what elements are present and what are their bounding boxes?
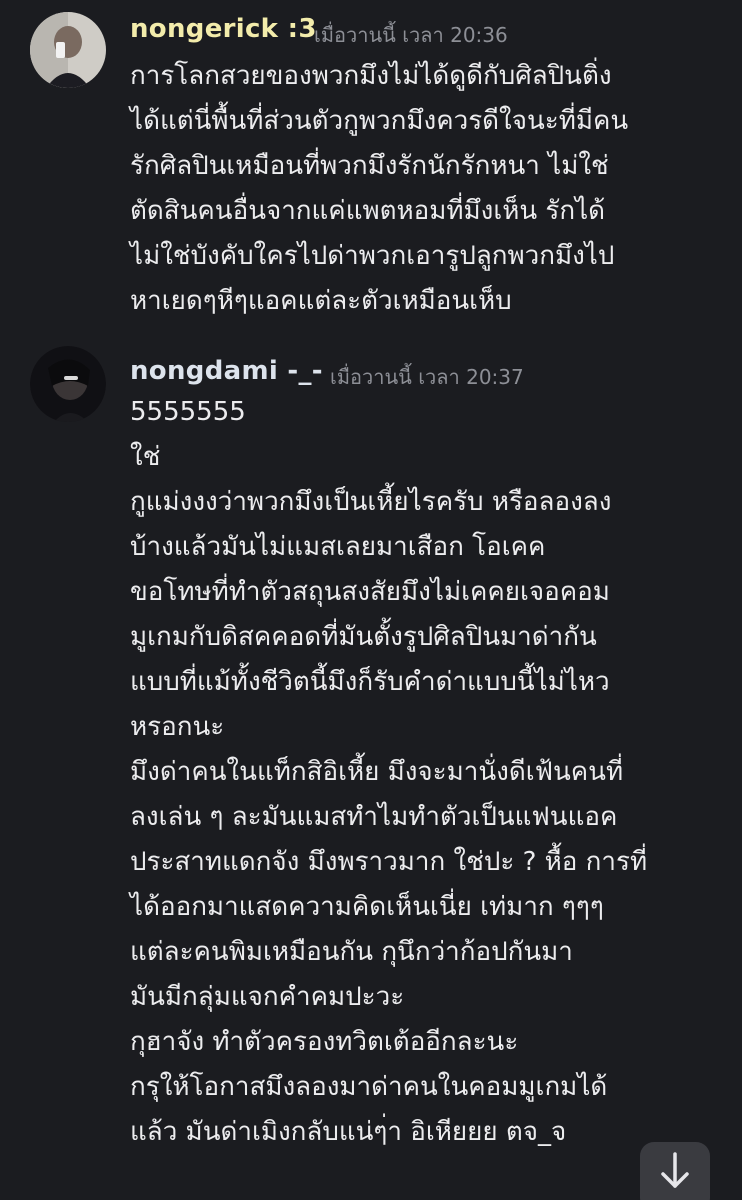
avatar-photo-icon — [30, 346, 106, 422]
arrow-down-icon — [661, 1152, 689, 1188]
author-name[interactable]: nongdami -_- — [130, 356, 323, 386]
message-line: ลงเล่น ๆ ละมันแมสทำไมทำตัวเป็นแฟนแอค — [130, 802, 618, 832]
message-content: การโลกสวยของพวกมึงไม่ได้ดูดีกับศิลปินติ่… — [130, 54, 730, 324]
message-line: กุฮาจัง ทำตัวครองทวิตเต้ออีกละนะ — [130, 1027, 519, 1057]
message-timestamp: เมื่อวานนี้ เวลา 20:37 — [330, 365, 524, 389]
avatar[interactable] — [30, 12, 106, 88]
message-line: มูเกมกับดิสคคอดที่มันตั้งรูปศิลปินมาด่าก… — [130, 622, 597, 652]
message-line: ได้แต่นี่พื้นที่ส่วนตัวกูพวกมึงควรดีใจนะ… — [130, 106, 629, 136]
chat-scroll-area[interactable]: nongerick :3 เมื่อวานนี้ เวลา 20:36 การโ… — [0, 0, 742, 1200]
jump-to-latest-button[interactable] — [640, 1142, 710, 1200]
message-line: กรุให้โอกาสมึงลองมาด่าคนในคอมมูเกมได้ — [130, 1072, 608, 1102]
message-line: รักศิลปินเหมือนที่พวกมึงรักนักรักหนา ไม่… — [130, 151, 609, 181]
avatar-photo-icon — [30, 12, 106, 88]
message-line: ไม่ใช่บังคับใครไปด่าพวกเอารูปลูกพวกมึงไป — [130, 241, 615, 271]
message-line: กูแม่งงงว่าพวกมึงเป็นเหี้ยไรครับ หรือลอง… — [130, 487, 612, 517]
author-name[interactable]: nongerick :3 — [130, 14, 317, 44]
message-line: ประสาทแดกจัง มึงพราวมาก ใช่ปะ ? หื้อ การ… — [130, 847, 648, 877]
message-line: ขอโทษที่ทำตัวสถุนสงสัยมึงไม่เคคยเจอคอม — [130, 577, 610, 607]
message-line: การโลกสวยของพวกมึงไม่ได้ดูดีกับศิลปินติ่… — [130, 61, 612, 91]
message-line: 5555555 — [130, 397, 246, 427]
message-line: แบบที่แม้ทั้งชีวิตนี้มึงก็รับคำด่าแบบนี้… — [130, 667, 610, 697]
message-line: ใช่ — [130, 442, 161, 472]
message-line: บ้างแล้วมันไม่แมสเลยมาเสือก โอเคค — [130, 532, 546, 562]
message-line: แต่ละคนพิมเหมือนกัน กุนึกว่าก้อปกันมา — [130, 937, 573, 967]
message-line: หาเยดๆหีๆแอคแต่ละตัวเหมือนเห็บ — [130, 286, 512, 316]
message-line: ตัดสินคนอื่นจากแค่แพตหอมที่มึงเห็น รักได… — [130, 196, 606, 226]
message-line: หรอกนะ — [130, 712, 225, 742]
message-content: 5555555 ใช่ กูแม่งงงว่าพวกมึงเป็นเหี้ยไร… — [130, 390, 730, 1155]
message-timestamp: เมื่อวานนี้ เวลา 20:36 — [314, 23, 508, 47]
message-line: มันมีกลุ่มแจกคำคมปะวะ — [130, 982, 405, 1012]
message-line: ได้ออกมาแสดความคิดเห็นเนี่ย เท่มาก ๆๆๆ — [130, 892, 604, 922]
message-line: มึงด่าคนในแท็กสิอิเหี้ย มึงจะมานั่งดีเฟ้… — [130, 757, 624, 787]
avatar[interactable] — [30, 346, 106, 422]
